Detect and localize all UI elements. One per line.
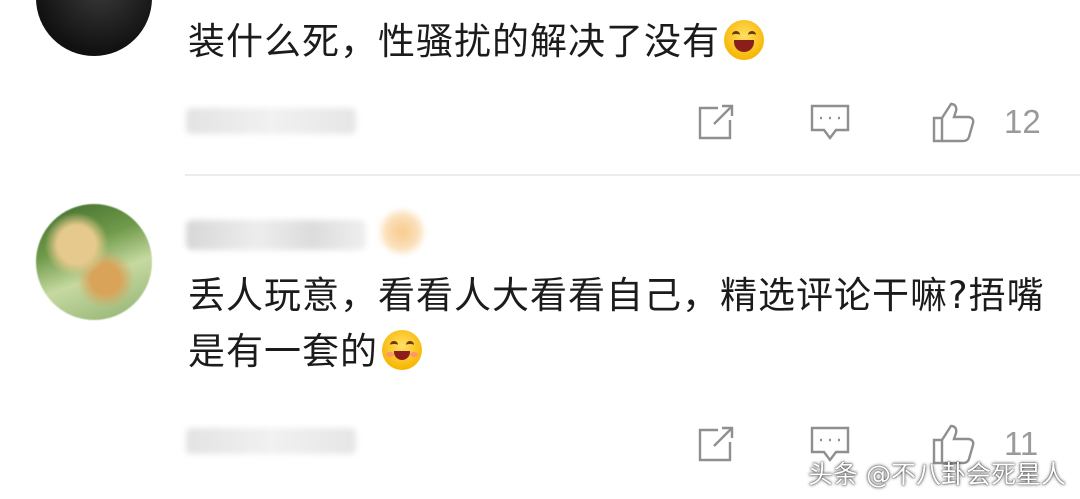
reply-button[interactable] [808,100,852,144]
smiling-blush-emoji [382,330,422,370]
edit-share-icon [698,426,734,462]
comment-text: 丢人玩意，看看人大看看自己，精选评论干嘛?捂嘴是有一套的 [188,268,1058,380]
username-blurred[interactable] [186,220,366,250]
watermark: 头条 @不八卦会死星人 [808,460,1066,489]
edit-share-icon [698,104,734,140]
avatar[interactable] [36,204,152,320]
like-button[interactable]: 12 [930,100,1041,144]
grinning-face-emoji [724,20,764,60]
comment-time-blurred [186,428,356,454]
comment-item: 丢人玩意，看看人大看看自己，精选评论干嘛?捂嘴是有一套的 11 [0,176,1080,499]
comment-text-body: 装什么死，性骚扰的解决了没有 [188,20,720,63]
comment-text-body: 丢人玩意，看看人大看看自己，精选评论干嘛?捂嘴是有一套的 [188,274,1045,373]
comment-actions: 12 [690,100,1060,144]
comment-bubble-icon [810,104,850,140]
comment-text: 装什么死，性骚扰的解决了没有 [188,14,764,70]
share-button[interactable] [694,422,738,466]
comment-item: 装什么死，性骚扰的解决了没有 12 [0,0,1080,175]
like-count: 12 [1004,103,1041,140]
share-button[interactable] [694,100,738,144]
comment-time-blurred [186,108,356,134]
user-badge-blurred [380,210,424,254]
thumbs-up-icon [932,102,975,143]
avatar[interactable] [36,0,152,56]
